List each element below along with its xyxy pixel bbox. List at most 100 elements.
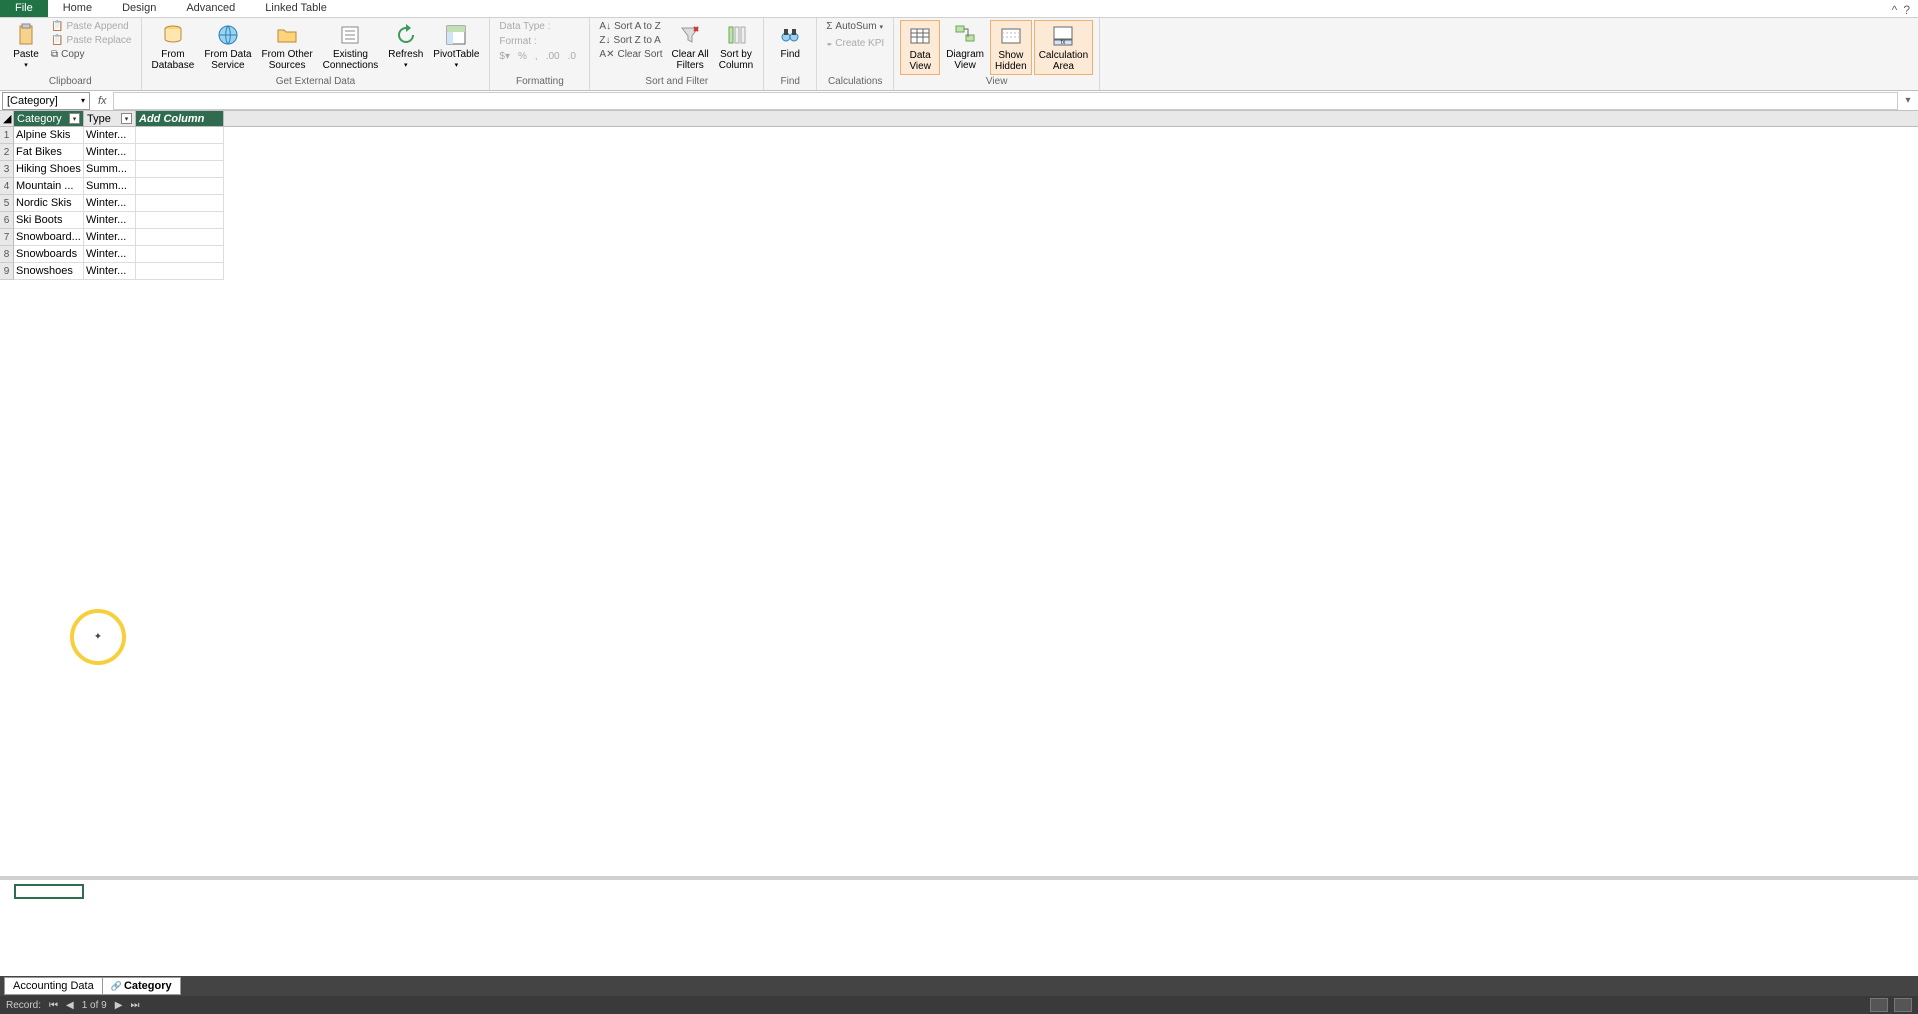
column-header-category[interactable]: Category ▾	[14, 111, 84, 127]
table-row[interactable]: 8SnowboardsWinter...	[0, 246, 1918, 263]
cell-category[interactable]: Alpine Skis	[14, 127, 84, 144]
currency-button[interactable]: $▾	[496, 50, 513, 63]
minimize-ribbon-icon[interactable]: ^	[1892, 3, 1898, 17]
tab-home[interactable]: Home	[48, 0, 107, 17]
increase-decimal-button[interactable]: .00	[543, 50, 563, 63]
formula-input[interactable]	[113, 92, 1898, 110]
last-record-button[interactable]: ⏭	[130, 1000, 139, 1011]
from-data-service-button[interactable]: From Data Service	[200, 20, 255, 73]
copy-button[interactable]: ⧉ Copy	[48, 48, 135, 61]
cell-category[interactable]: Mountain ...	[14, 178, 84, 195]
data-view-button[interactable]: Data View	[900, 20, 940, 75]
paste-append-button[interactable]: 📋 Paste Append	[48, 20, 135, 33]
cell-type[interactable]: Winter...	[84, 195, 136, 212]
sort-za-button[interactable]: Z↓Sort Z to A	[596, 34, 665, 47]
paste-button[interactable]: Paste ▾	[6, 20, 46, 73]
expand-formula-icon[interactable]: ▾	[1898, 95, 1918, 106]
cell-category[interactable]: Snowshoes	[14, 263, 84, 280]
row-number[interactable]: 6	[0, 212, 14, 229]
table-row[interactable]: 2Fat BikesWinter...	[0, 144, 1918, 161]
cell-addcol[interactable]	[136, 161, 224, 178]
tab-design[interactable]: Design	[107, 0, 171, 17]
sort-az-button[interactable]: A↓Sort A to Z	[596, 20, 665, 33]
cell-category[interactable]: Snowboards	[14, 246, 84, 263]
cell-type[interactable]: Winter...	[84, 127, 136, 144]
table-row[interactable]: 7Snowboard...Winter...	[0, 229, 1918, 246]
cell-type[interactable]: Summ...	[84, 178, 136, 195]
clear-sort-button[interactable]: A✕Clear Sort	[596, 48, 665, 61]
cell-category[interactable]: Fat Bikes	[14, 144, 84, 161]
grid-view-mode-button[interactable]	[1870, 998, 1888, 1012]
filter-dropdown-icon[interactable]: ▾	[121, 113, 132, 124]
row-number[interactable]: 7	[0, 229, 14, 246]
data-grid[interactable]: ◢ Category ▾ Type ▾ Add Column 1Alpine S…	[0, 111, 1918, 876]
cell-type[interactable]: Winter...	[84, 246, 136, 263]
percent-button[interactable]: %	[515, 50, 530, 63]
tab-linked-table[interactable]: Linked Table	[250, 0, 342, 17]
sort-by-column-button[interactable]: Sort by Column	[715, 20, 757, 73]
cell-category[interactable]: Ski Boots	[14, 212, 84, 229]
measure-cell-selection[interactable]	[14, 884, 84, 899]
row-number[interactable]: 3	[0, 161, 14, 178]
cell-addcol[interactable]	[136, 229, 224, 246]
table-row[interactable]: 6Ski BootsWinter...	[0, 212, 1918, 229]
decrease-decimal-button[interactable]: .0	[565, 50, 579, 63]
calculation-area-button[interactable]: fx Calculation Area	[1034, 20, 1093, 75]
clear-filters-button[interactable]: Clear All Filters	[668, 20, 713, 73]
cell-type[interactable]: Winter...	[84, 144, 136, 161]
row-number[interactable]: 9	[0, 263, 14, 280]
cell-addcol[interactable]	[136, 178, 224, 195]
table-row[interactable]: 5Nordic SkisWinter...	[0, 195, 1918, 212]
find-button[interactable]: Find	[770, 20, 810, 62]
filter-dropdown-icon[interactable]: ▾	[69, 113, 80, 124]
show-hidden-button[interactable]: Show Hidden	[990, 20, 1032, 75]
row-number[interactable]: 4	[0, 178, 14, 195]
create-kpi-button[interactable]: ◒Create KPI	[823, 37, 887, 50]
data-type-select[interactable]: Data Type :	[496, 20, 553, 33]
sheet-tab-category[interactable]: 🔗Category	[102, 977, 181, 995]
cell-addcol[interactable]	[136, 263, 224, 280]
cell-addcol[interactable]	[136, 212, 224, 229]
row-number[interactable]: 1	[0, 127, 14, 144]
help-icon[interactable]: ?	[1903, 3, 1910, 17]
pivottable-button[interactable]: PivotTable ▾	[429, 20, 483, 73]
paste-replace-button[interactable]: 📋 Paste Replace	[48, 34, 135, 47]
fx-icon[interactable]: fx	[92, 95, 113, 107]
table-row[interactable]: 1Alpine SkisWinter...	[0, 127, 1918, 144]
cell-type[interactable]: Winter...	[84, 263, 136, 280]
cell-category[interactable]: Snowboard...	[14, 229, 84, 246]
comma-button[interactable]: ,	[532, 50, 541, 63]
cell-addcol[interactable]	[136, 195, 224, 212]
cell-category[interactable]: Hiking Shoes	[14, 161, 84, 178]
format-select[interactable]: Format :	[496, 35, 539, 48]
from-other-sources-button[interactable]: From Other Sources	[258, 20, 317, 73]
table-row[interactable]: 4Mountain ...Summ...	[0, 178, 1918, 195]
row-number[interactable]: 5	[0, 195, 14, 212]
prev-record-button[interactable]: ◀	[66, 1000, 74, 1011]
tab-file[interactable]: File	[0, 0, 48, 17]
existing-connections-button[interactable]: Existing Connections	[319, 20, 383, 73]
column-header-type[interactable]: Type ▾	[84, 111, 136, 127]
sheet-tab-accounting[interactable]: Accounting Data	[4, 977, 103, 995]
name-box[interactable]: [Category] ▾	[2, 92, 90, 110]
from-database-button[interactable]: From Database	[148, 20, 199, 73]
select-all-corner[interactable]: ◢	[0, 111, 14, 127]
diagram-view-mode-button[interactable]	[1894, 998, 1912, 1012]
cell-addcol[interactable]	[136, 144, 224, 161]
first-record-button[interactable]: ⏮	[49, 1000, 58, 1011]
row-number[interactable]: 8	[0, 246, 14, 263]
cell-type[interactable]: Winter...	[84, 229, 136, 246]
row-number[interactable]: 2	[0, 144, 14, 161]
table-row[interactable]: 9SnowshoesWinter...	[0, 263, 1918, 280]
autosum-button[interactable]: ΣAutoSum▾	[823, 20, 886, 33]
cell-addcol[interactable]	[136, 246, 224, 263]
add-column-header[interactable]: Add Column	[136, 111, 224, 127]
next-record-button[interactable]: ▶	[115, 1000, 123, 1011]
cell-category[interactable]: Nordic Skis	[14, 195, 84, 212]
cell-addcol[interactable]	[136, 127, 224, 144]
cell-type[interactable]: Winter...	[84, 212, 136, 229]
refresh-button[interactable]: Refresh ▾	[384, 20, 427, 73]
tab-advanced[interactable]: Advanced	[171, 0, 250, 17]
calculation-area-pane[interactable]	[0, 880, 1918, 976]
table-row[interactable]: 3Hiking ShoesSumm...	[0, 161, 1918, 178]
